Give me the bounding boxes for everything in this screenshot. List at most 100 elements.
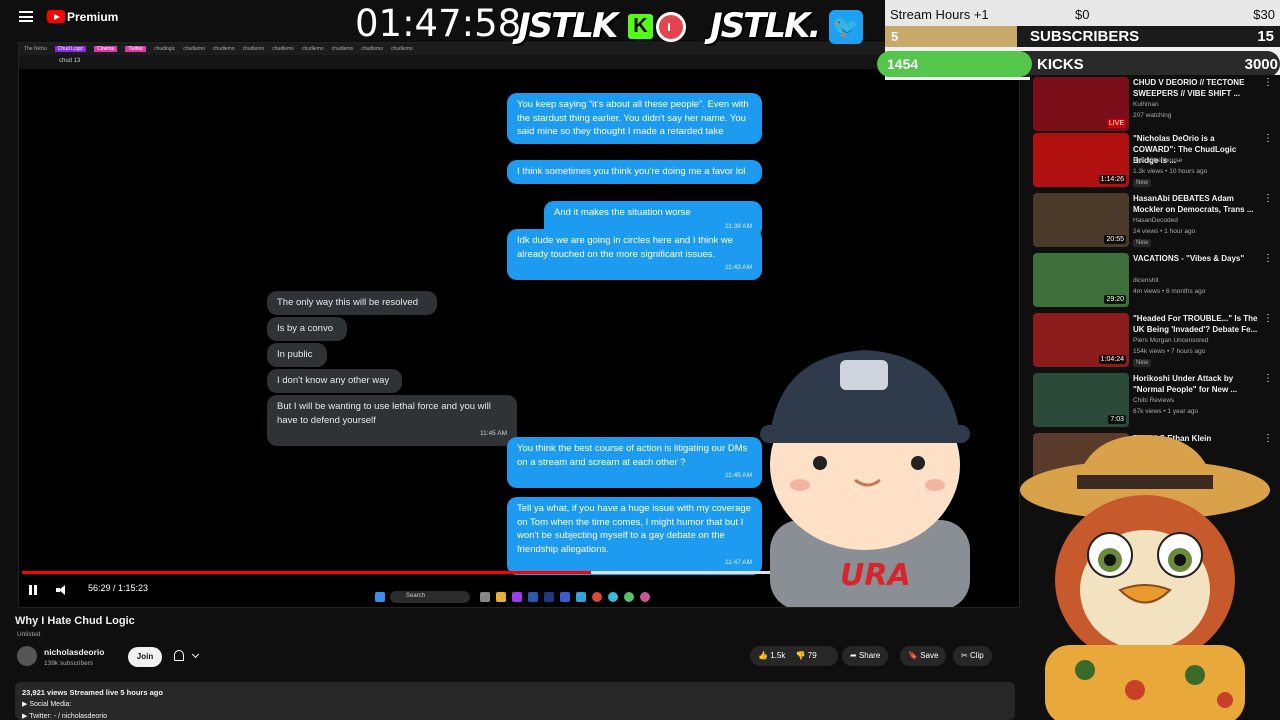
taskbar-search[interactable]: Search (390, 591, 470, 603)
video-thumbnail[interactable]: 29:20 (1033, 253, 1129, 307)
browser-tab[interactable]: Cinema (94, 46, 118, 52)
clip-button[interactable]: ✂ Clip (953, 646, 992, 666)
save-label: Save (920, 651, 939, 660)
volume-icon[interactable] (56, 585, 68, 595)
more-options-icon[interactable]: ⋮ (1263, 133, 1273, 144)
channel-name: Kulhman (1133, 101, 1159, 108)
recommended-video[interactable]: 7:03 Horikoshi Under Attack by "Normal Pe… (1033, 373, 1273, 429)
video-thumbnail[interactable]: 1:04:24 (1033, 313, 1129, 367)
channel-avatar[interactable] (17, 646, 37, 666)
recommended-video[interactable]: 29:20 VACATIONS - "Vibes & Days" dicenshit… (1033, 253, 1273, 309)
browser-tab[interactable]: chudlemo (213, 46, 235, 52)
browser-tab[interactable]: chudlemo (361, 46, 383, 52)
more-options-icon[interactable]: ⋮ (1263, 193, 1273, 204)
stream-screenshot: Premium The Nicho Chud Logic Cinema Twitter… (0, 0, 1280, 720)
app-icon[interactable] (624, 592, 634, 602)
dislike-count[interactable]: 79 (808, 651, 817, 660)
twitter-bird-icon: 🐦 (829, 10, 863, 44)
more-options-icon[interactable]: ⋮ (1263, 253, 1273, 264)
video-meta: 4m views • 6 months ago (1133, 288, 1206, 295)
browser-tab[interactable]: chudlemo (302, 46, 324, 52)
stream-hours-mid: $0 (1075, 7, 1090, 22)
youtube-logo-icon[interactable] (47, 10, 65, 23)
more-options-icon[interactable]: ⋮ (1263, 373, 1273, 384)
message-text: You think the best course of action is l… (517, 443, 748, 468)
app-icon[interactable] (576, 592, 586, 602)
pause-icon[interactable] (29, 585, 37, 595)
save-button[interactable]: 🔖 Save (900, 646, 947, 666)
url-text: chud 13 (59, 58, 81, 64)
video-meta: 1.3k views • 10 hours ago (1133, 168, 1208, 175)
kicks-goal: 1454 KICKS 3000 (877, 51, 1280, 77)
sent-message: You think the best course of action is l… (507, 437, 762, 488)
like-count[interactable]: 1.5k (770, 651, 785, 660)
share-label: Share (858, 651, 881, 660)
chrome-icon[interactable] (592, 592, 602, 602)
app-icon[interactable] (544, 592, 554, 602)
browser-tab[interactable]: chudlemo (391, 46, 413, 52)
channel-name: Piers Morgan Uncensored (1133, 337, 1209, 344)
browser-tab[interactable]: Chud Logic (54, 46, 87, 52)
video-thumbnail[interactable]: 20:55 (1033, 193, 1129, 247)
browser-tab[interactable]: The Nicho (24, 46, 47, 52)
penguin-mascot (1020, 435, 1270, 720)
message-text: You keep saying “it's about all these pe… (517, 99, 749, 137)
more-options-icon[interactable]: ⋮ (1263, 77, 1273, 88)
kicks-current: 1454 (887, 56, 919, 72)
video-progress-fill (22, 571, 592, 574)
folder-icon[interactable] (496, 592, 506, 602)
sent-message: Idk dude we are going in circles here an… (507, 229, 762, 280)
browser-tab[interactable]: chudlemo (243, 46, 265, 52)
subscribers-label: SUBSCRIBERS (1030, 28, 1140, 45)
browser-tab[interactable]: chudlemo (183, 46, 205, 52)
thumbs-down-icon[interactable]: 👎 (796, 651, 806, 660)
join-button[interactable]: Join (128, 647, 162, 667)
kicks-target: 3000 (1244, 56, 1278, 73)
browser-tab[interactable]: chudlemo (272, 46, 294, 52)
message-text: I don't know any other way (277, 375, 390, 386)
recommended-video[interactable]: 20:55 HasanAbi DEBATES Adam Mockler on De… (1033, 193, 1273, 249)
share-button[interactable]: ➦ Share (842, 646, 889, 666)
app-icon[interactable] (560, 592, 570, 602)
duration-badge: 1:14:26 (1098, 175, 1126, 184)
hamburger-menu-icon[interactable] (19, 11, 33, 22)
channel-name[interactable]: nicholasdeorio (44, 647, 104, 657)
video-title[interactable]: HasanAbi DEBATES Adam Mockler on Democra… (1133, 193, 1258, 215)
browser-tab[interactable]: chudlemo (332, 46, 354, 52)
subscribers-progress-fill (885, 26, 1017, 47)
windows-start-icon[interactable] (375, 592, 385, 602)
video-title[interactable]: VACATIONS - "Vibes & Days" (1133, 253, 1258, 264)
browser-tab[interactable]: chudlogic (154, 46, 175, 52)
video-title[interactable]: "Headed For TROUBLE..." Is The UK Being … (1133, 313, 1258, 335)
recommended-video[interactable]: LIVE CHUD V DEORIO // TECTONE SWEEPERS //… (1033, 77, 1273, 133)
video-meta: 207 watching (1133, 112, 1172, 119)
app-icon[interactable] (480, 592, 490, 602)
chevron-down-icon[interactable] (191, 650, 200, 659)
view-count: 23,921 views Streamed live 5 hours ago (22, 688, 163, 697)
video-thumbnail[interactable]: 7:03 (1033, 373, 1129, 427)
description-line[interactable]: ▶ Twitter: - / nicholasdeorio (22, 712, 107, 720)
browser-url-bar[interactable]: chud 13 (19, 55, 1019, 69)
video-thumbnail[interactable]: 1:14:26 (1033, 133, 1129, 187)
app-icon[interactable] (512, 592, 522, 602)
video-title[interactable]: Horikoshi Under Attack by "Normal People… (1133, 373, 1258, 395)
bell-icon[interactable] (174, 650, 184, 661)
more-options-icon[interactable]: ⋮ (1263, 313, 1273, 324)
stream-hours-label: Stream Hours +1 (890, 7, 989, 22)
message-text: Tell ya what, if you have a huge issue w… (517, 503, 751, 555)
new-badge: New (1133, 239, 1152, 247)
video-thumbnail[interactable]: LIVE (1033, 77, 1129, 131)
sent-message: I think sometimes you think you're doing… (507, 160, 762, 184)
app-icon[interactable] (608, 592, 618, 602)
app-icon[interactable] (640, 592, 650, 602)
recommended-video[interactable]: 1:04:24 "Headed For TROUBLE..." Is The UK… (1033, 313, 1273, 369)
video-progress-bar[interactable] (22, 571, 782, 574)
recommended-video[interactable]: 1:14:26 "Nicholas DeOrio is a COWARD": Th… (1033, 133, 1273, 189)
svg-text:URA: URA (840, 558, 911, 593)
app-icon[interactable] (528, 592, 538, 602)
sent-message: You keep saying “it's about all these pe… (507, 93, 762, 144)
thumbs-up-icon[interactable]: 👍 (758, 651, 768, 660)
browser-tab[interactable]: Twitter (125, 46, 147, 52)
video-title[interactable]: CHUD V DEORIO // TECTONE SWEEPERS // VIB… (1133, 77, 1258, 99)
description-box[interactable]: 23,921 views Streamed live 5 hours ago ▶… (15, 682, 1015, 720)
